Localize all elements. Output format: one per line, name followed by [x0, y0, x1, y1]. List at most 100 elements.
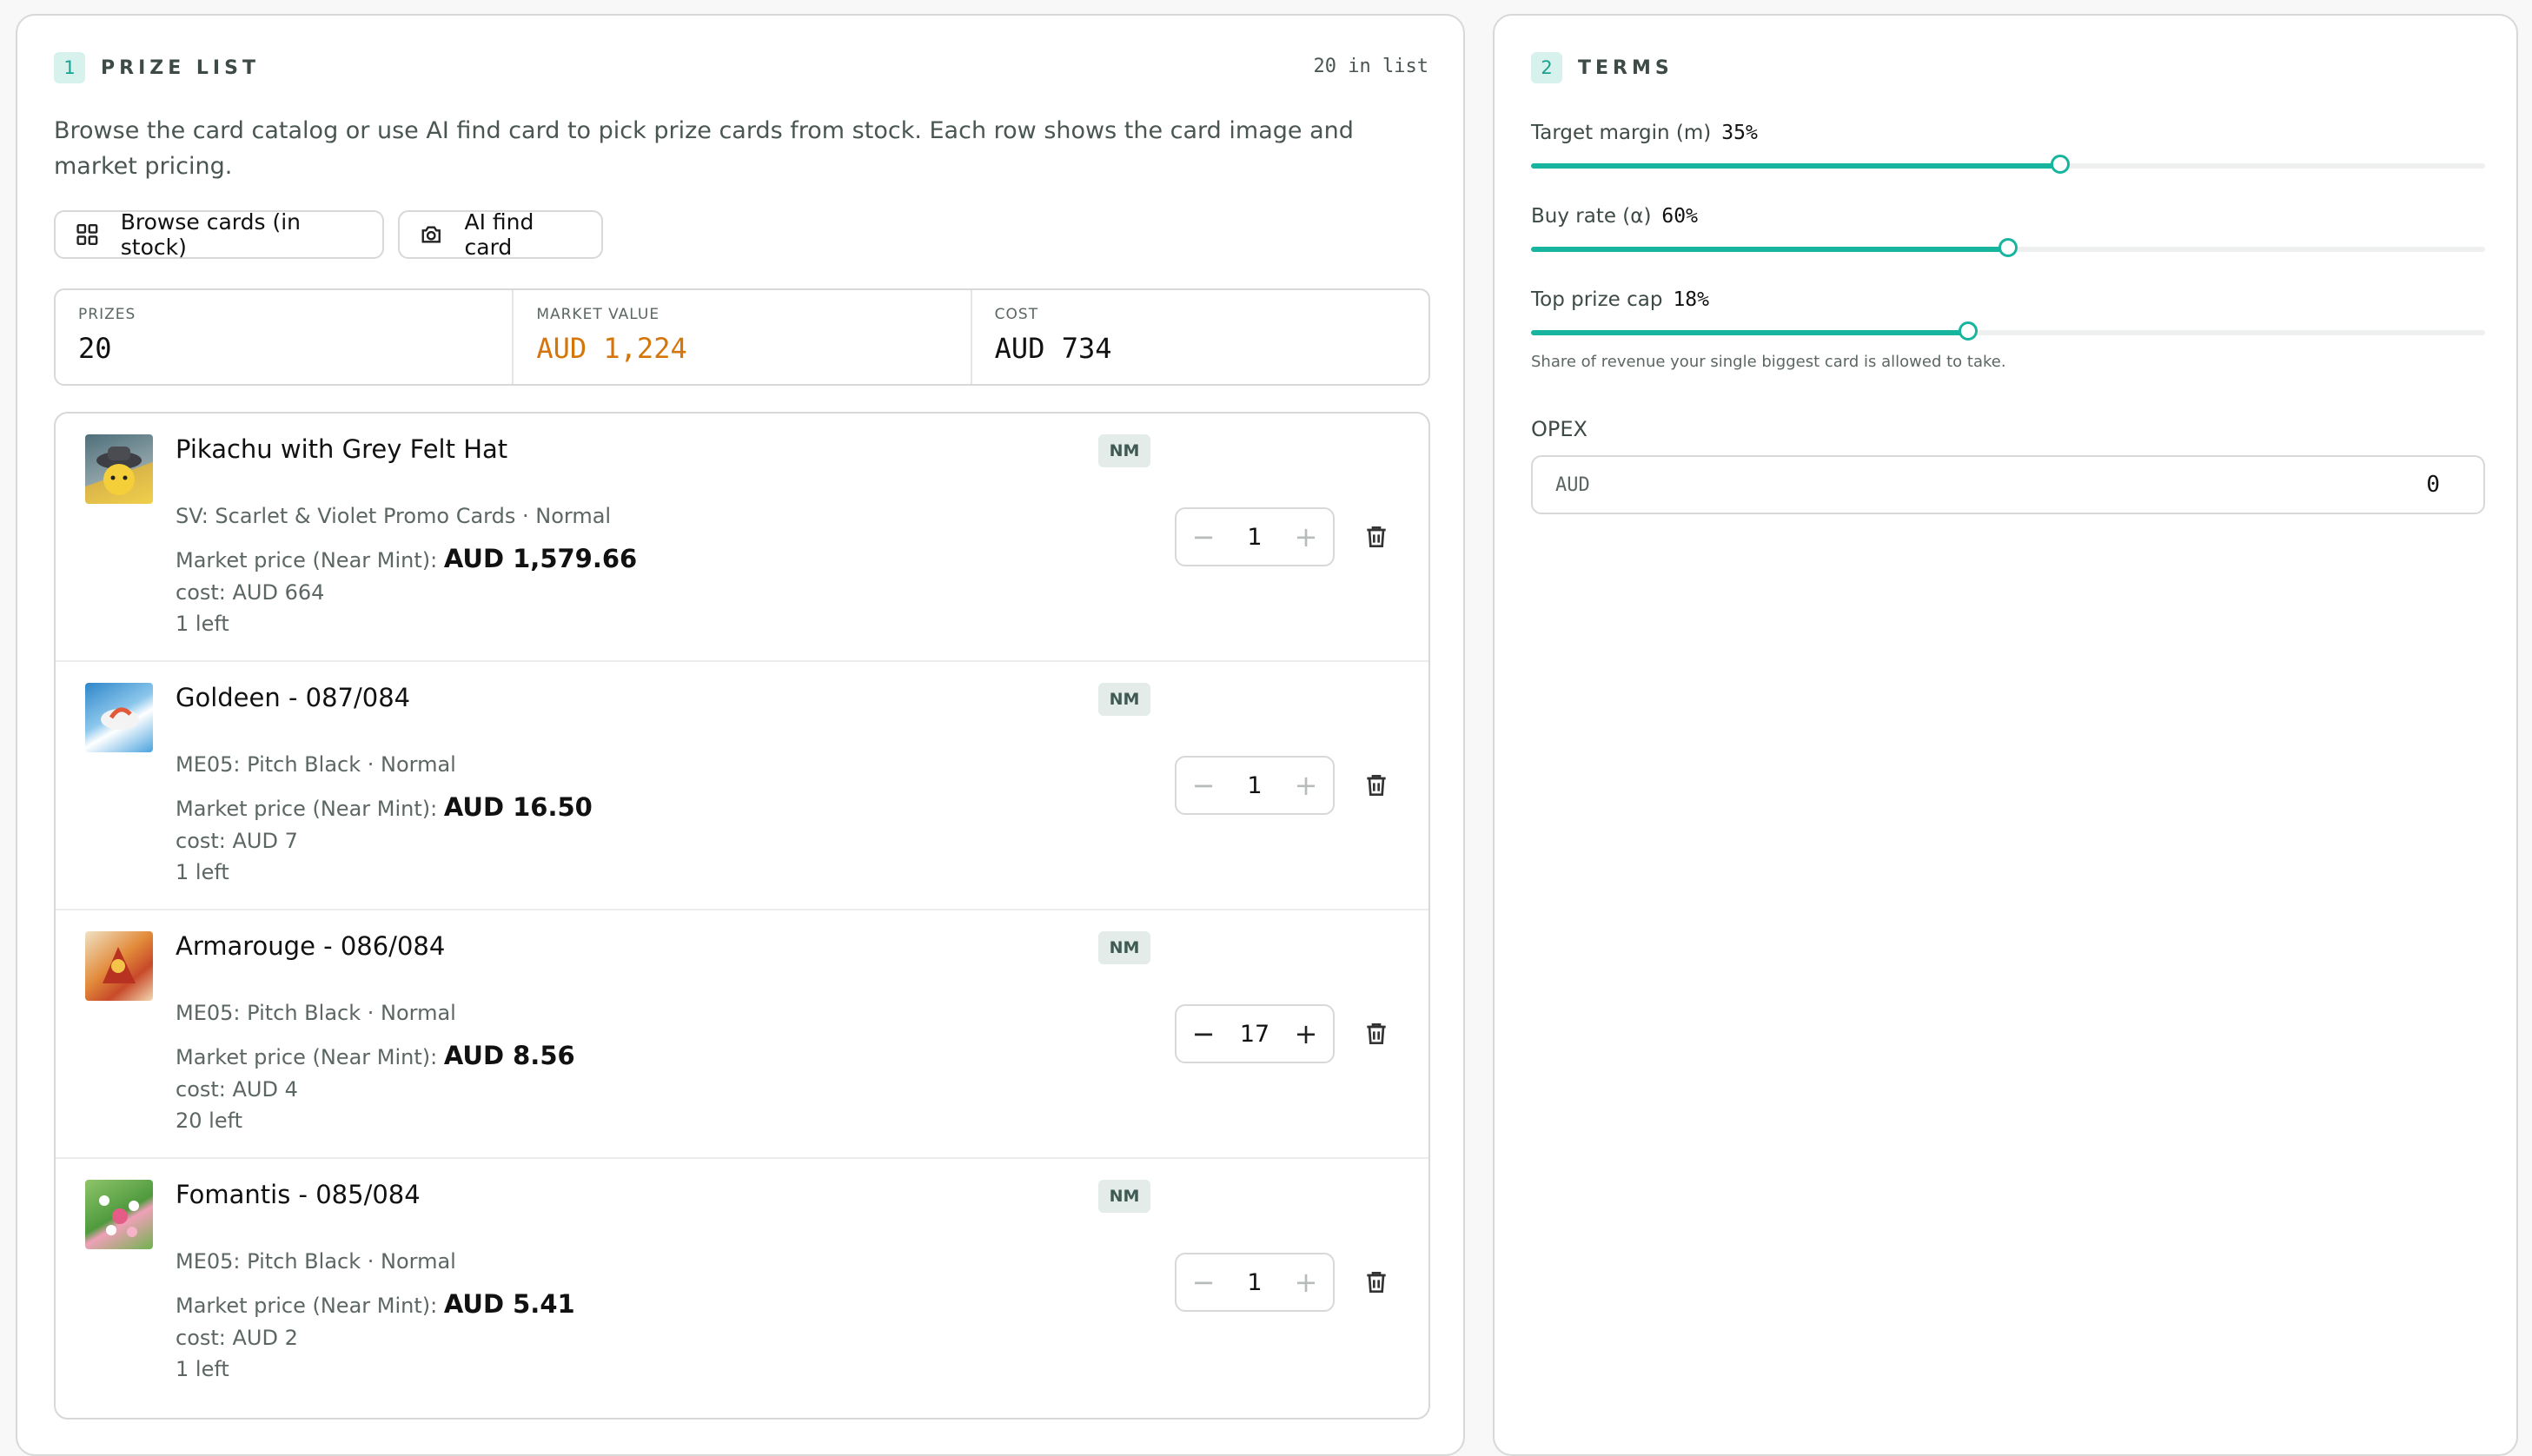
terms-panel: 2 TERMS Target margin (m) 35% Buy rate (α…	[1493, 14, 2518, 1456]
market-price-value: AUD 16.50	[443, 792, 593, 822]
card-image[interactable]	[85, 1180, 153, 1249]
buy-rate-slider[interactable]	[1531, 238, 2485, 257]
opex-value[interactable]: 0	[2426, 472, 2461, 498]
market-price-value: AUD 1,579.66	[443, 544, 638, 573]
quantity-stepper: − 1 +	[1175, 1253, 1335, 1312]
slider-value: 60%	[1661, 205, 1698, 228]
card-image[interactable]	[85, 434, 153, 504]
quantity-value[interactable]: 1	[1247, 524, 1262, 551]
card-image[interactable]	[85, 683, 153, 752]
prize-row: Fomantis - 085/084 NM ME05: Pitch Black …	[56, 1159, 1428, 1407]
prize-row: Armarouge - 086/084 NM ME05: Pitch Black…	[56, 910, 1428, 1159]
decrement-button[interactable]: −	[1190, 769, 1216, 802]
ai-find-card-button[interactable]: AI find card	[398, 209, 603, 260]
top-prize-cap-slider[interactable]	[1531, 321, 2485, 341]
stock-left: 20 left	[176, 1109, 243, 1133]
list-count: 20 in list	[1313, 56, 1428, 77]
quantity-value[interactable]: 1	[1247, 772, 1262, 799]
section-title: TERMS	[1578, 56, 1674, 79]
market-price-label: Market price (Near Mint):	[176, 1294, 438, 1318]
card-set: ME05: Pitch Black · Normal	[176, 1001, 456, 1025]
card-cost: cost: AUD 4	[176, 1077, 298, 1102]
trash-icon[interactable]	[1362, 1019, 1390, 1049]
card-set: SV: Scarlet & Violet Promo Cards · Norma…	[176, 504, 612, 528]
card-cost: cost: AUD 7	[176, 829, 298, 853]
market-price: Market price (Near Mint): AUD 16.50	[176, 792, 593, 822]
decrement-button[interactable]: −	[1190, 520, 1216, 553]
stats-bar: PRIZES 20 MARKET VALUE AUD 1,224 COST AU…	[54, 288, 1430, 386]
prize-list-panel: 1 PRIZE LIST 20 in list Browse the card …	[16, 14, 1465, 1456]
target-margin-label: Target margin (m) 35%	[1531, 122, 1758, 144]
market-price-value: AUD 8.56	[443, 1041, 575, 1070]
increment-button[interactable]: +	[1293, 769, 1319, 802]
slider-label-text: Target margin (m)	[1531, 122, 1712, 144]
card-cost: cost: AUD 2	[176, 1326, 298, 1350]
stat-market-value: MARKET VALUE AUD 1,224	[514, 290, 972, 384]
stock-left: 1 left	[176, 1357, 229, 1381]
market-price-label: Market price (Near Mint):	[176, 1045, 438, 1069]
section-description: Browse the card catalog or use AI find c…	[54, 117, 1354, 180]
decrement-button[interactable]: −	[1190, 1017, 1216, 1050]
section-title: PRIZE LIST	[101, 56, 260, 79]
increment-button[interactable]: +	[1293, 520, 1319, 553]
stat-cost: COST AUD 734	[972, 290, 1428, 384]
card-cost: cost: AUD 664	[176, 580, 325, 605]
prize-row: Pikachu with Grey Felt Hat NM SV: Scarle…	[56, 414, 1428, 662]
slider-value: 35%	[1721, 122, 1758, 144]
increment-button[interactable]: +	[1293, 1017, 1319, 1050]
market-price: Market price (Near Mint): AUD 5.41	[176, 1289, 575, 1319]
card-name: Pikachu with Grey Felt Hat	[176, 434, 508, 464]
stat-value: AUD 734	[994, 332, 1112, 365]
prize-card-list: Pikachu with Grey Felt Hat NM SV: Scarle…	[54, 412, 1430, 1420]
market-price-label: Market price (Near Mint):	[176, 548, 438, 572]
browse-cards-button[interactable]: Browse cards (in stock)	[54, 209, 384, 260]
slider-label-text: Top prize cap	[1531, 288, 1663, 311]
card-name: Goldeen - 087/084	[176, 683, 411, 712]
slider-handle[interactable]	[2051, 155, 2071, 174]
stat-value: AUD 1,224	[536, 332, 687, 365]
quantity-value[interactable]: 17	[1240, 1021, 1269, 1048]
market-price: Market price (Near Mint): AUD 1,579.66	[176, 544, 637, 573]
camera-icon	[421, 226, 441, 243]
slider-fill	[1531, 330, 1968, 335]
condition-badge: NM	[1098, 931, 1150, 964]
stock-left: 1 left	[176, 860, 229, 884]
stat-value: 20	[78, 332, 112, 365]
ai-find-card-label: AI find card	[464, 209, 534, 260]
card-set: ME05: Pitch Black · Normal	[176, 1249, 456, 1274]
card-name: Armarouge - 086/084	[176, 931, 446, 961]
step-badge: 1	[54, 52, 85, 83]
quantity-value[interactable]: 1	[1247, 1269, 1262, 1296]
decrement-button[interactable]: −	[1190, 1266, 1216, 1299]
trash-icon[interactable]	[1362, 771, 1390, 800]
condition-badge: NM	[1098, 434, 1150, 467]
stat-label: PRIZES	[78, 306, 136, 323]
card-name: Fomantis - 085/084	[176, 1180, 421, 1209]
trash-icon[interactable]	[1362, 522, 1390, 552]
step-badge: 2	[1531, 52, 1562, 83]
slider-handle[interactable]	[1998, 238, 2018, 257]
condition-badge: NM	[1098, 683, 1150, 716]
grid-icon	[76, 224, 98, 245]
condition-badge: NM	[1098, 1180, 1150, 1213]
target-margin-slider[interactable]	[1531, 155, 2485, 174]
opex-input[interactable]: AUD 0	[1531, 455, 2485, 514]
slider-fill	[1531, 247, 2008, 252]
trash-icon[interactable]	[1362, 1267, 1390, 1297]
stock-left: 1 left	[176, 612, 229, 636]
prize-list-header: 1 PRIZE LIST	[54, 52, 260, 83]
card-set: ME05: Pitch Black · Normal	[176, 752, 456, 777]
slider-fill	[1531, 163, 2061, 169]
slider-handle[interactable]	[1958, 321, 1978, 341]
stat-label: COST	[994, 306, 1039, 323]
card-image[interactable]	[85, 931, 153, 1001]
market-price-label: Market price (Near Mint):	[176, 797, 438, 821]
quantity-stepper: − 17 +	[1175, 1004, 1335, 1063]
top-prize-cap-label: Top prize cap 18%	[1531, 288, 1709, 311]
quantity-stepper: − 1 +	[1175, 507, 1335, 566]
market-price: Market price (Near Mint): AUD 8.56	[176, 1041, 575, 1070]
increment-button[interactable]: +	[1293, 1266, 1319, 1299]
terms-header: 2 TERMS	[1531, 52, 1674, 83]
opex-label: OPEX	[1531, 417, 1587, 441]
buy-rate-label: Buy rate (α) 60%	[1531, 205, 1698, 228]
